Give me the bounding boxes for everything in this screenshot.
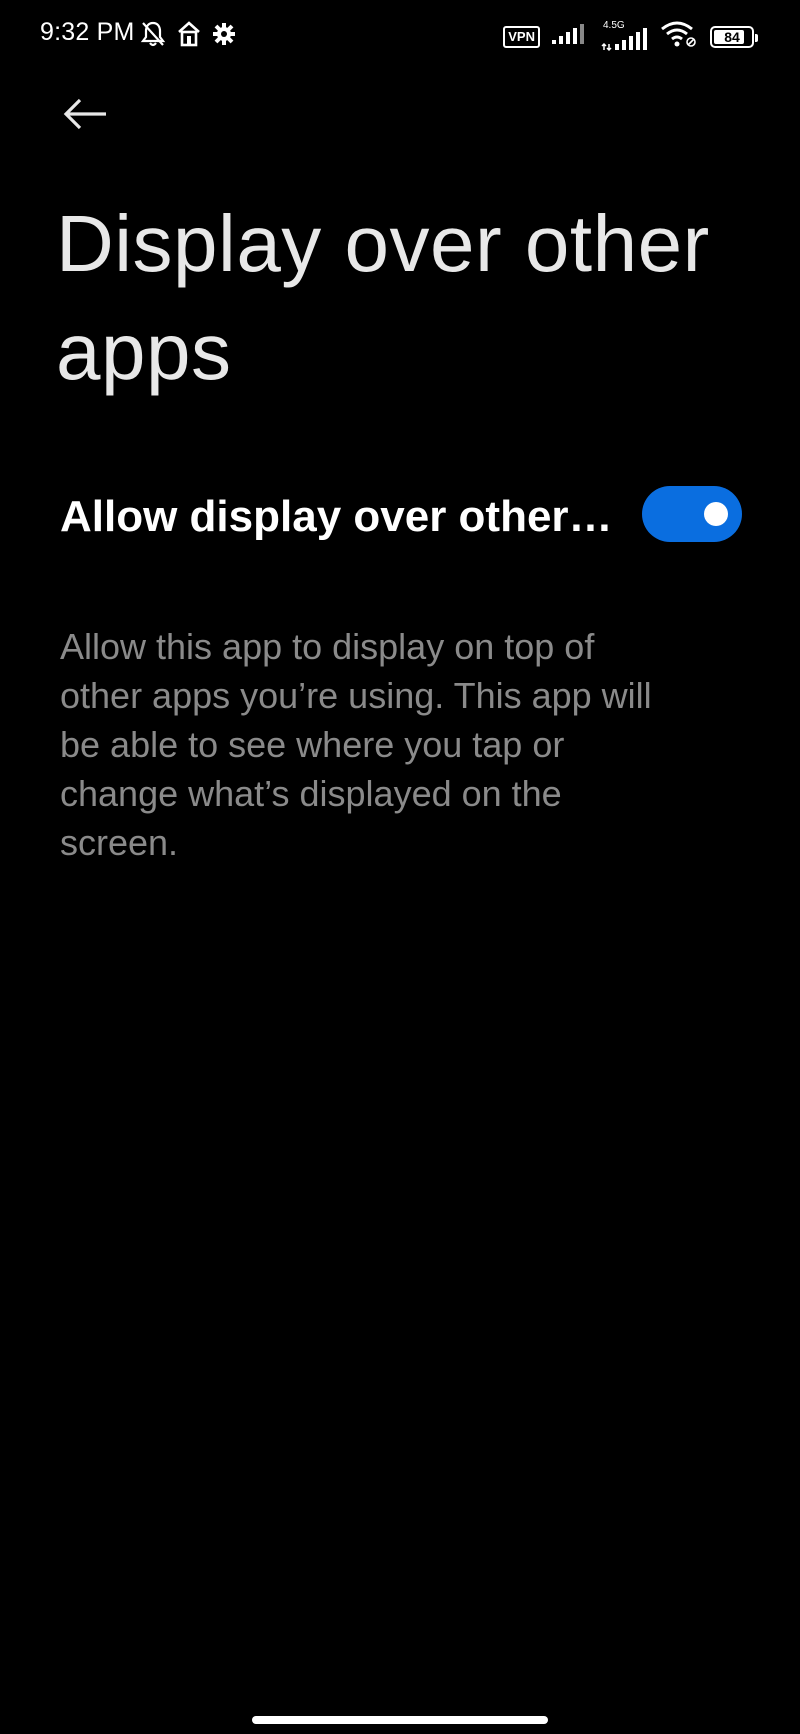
home-icon — [176, 20, 202, 48]
battery-icon: 84 — [710, 25, 758, 48]
back-button[interactable] — [56, 92, 116, 140]
status-bar: 9:32 PM VPN 4.5G 84 — [0, 0, 800, 70]
home-indicator[interactable] — [252, 1716, 548, 1724]
vpn-badge: VPN — [503, 25, 540, 48]
bell-off-icon — [140, 20, 166, 48]
allow-display-toggle[interactable] — [642, 486, 742, 542]
toggle-label: Allow display over other… — [60, 492, 613, 541]
battery-cap — [755, 33, 758, 42]
wifi-icon — [660, 20, 698, 53]
status-left-icons — [140, 20, 236, 48]
page-title: Display over other apps — [56, 199, 710, 396]
mobile-data-icon: 4.5G — [600, 20, 648, 52]
permission-description: Allow this app to display on top of othe… — [60, 626, 652, 863]
battery-level: 84 — [724, 28, 740, 45]
status-right-icons: VPN 4.5G 84 — [503, 20, 758, 53]
status-time: 9:32 PM — [40, 18, 135, 46]
signal-icon — [552, 22, 588, 51]
back-arrow-icon — [62, 97, 110, 136]
gear-icon — [212, 22, 236, 46]
toggle-knob — [704, 502, 728, 526]
allow-display-toggle-row[interactable]: Allow display over other… — [58, 486, 742, 546]
